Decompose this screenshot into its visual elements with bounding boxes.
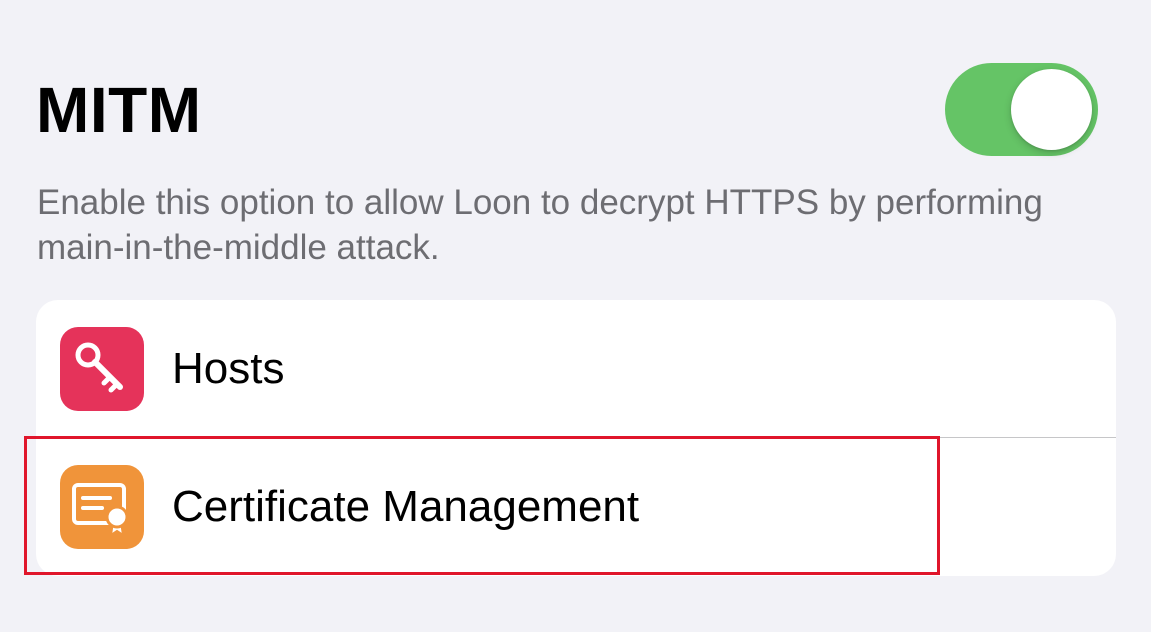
toggle-knob — [1011, 69, 1092, 150]
mitm-description: Enable this option to allow Loon to decr… — [37, 183, 1043, 267]
list-item-label: Hosts — [172, 344, 285, 393]
page-title: MITM — [36, 74, 202, 146]
key-icon — [60, 327, 144, 411]
mitm-toggle[interactable] — [945, 63, 1098, 156]
certificate-icon — [60, 465, 144, 549]
list-item-hosts[interactable]: Hosts — [36, 300, 1116, 437]
settings-list: Hosts Certificate Management — [36, 300, 1116, 576]
list-item-certificate-management[interactable]: Certificate Management — [36, 438, 1116, 575]
list-item-label: Certificate Management — [172, 482, 640, 531]
